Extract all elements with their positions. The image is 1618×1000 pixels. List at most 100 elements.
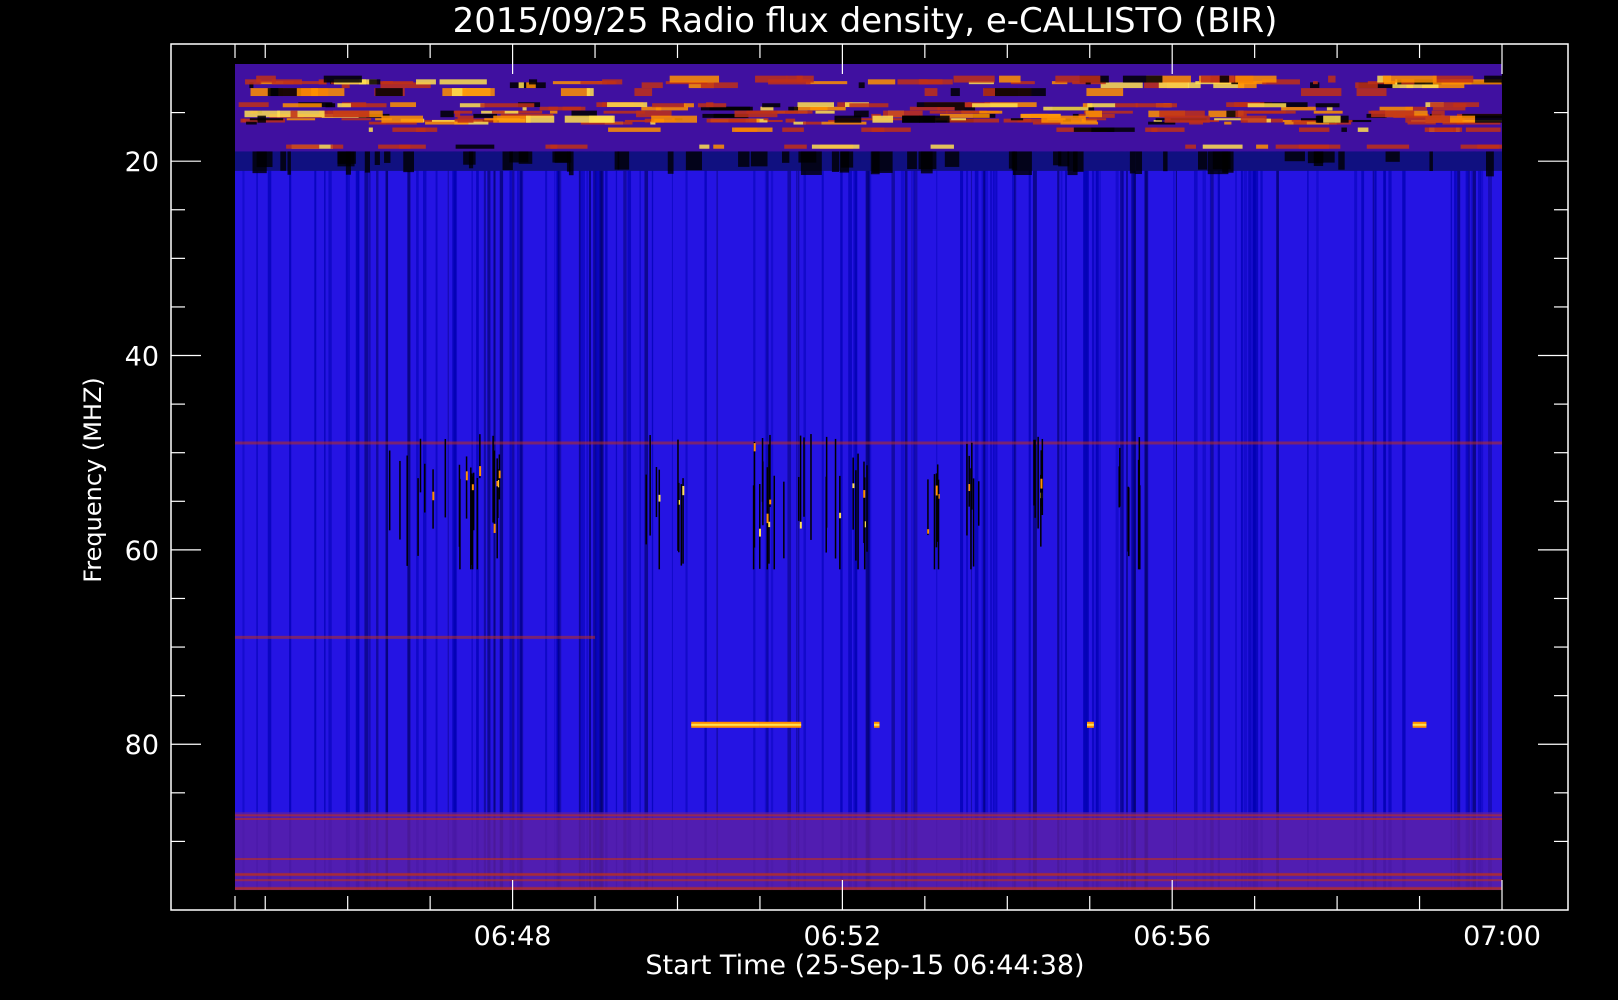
feature-band-high-cell (257, 115, 266, 123)
feature-burst-stroke (419, 438, 422, 493)
feature-band-high-cell (858, 82, 865, 89)
feature-band-high-cell (797, 102, 835, 108)
heatmap-striation (1255, 64, 1259, 890)
feature-band-high-cell (1484, 75, 1502, 83)
feature-band-low-cell (918, 151, 937, 170)
feature-burst-spark (465, 471, 468, 481)
feature-band-high-cell (455, 144, 495, 149)
feature-band-high-cell (560, 88, 590, 97)
heatmap-striation (1260, 64, 1263, 890)
heatmap-striation (1193, 64, 1198, 890)
heatmap-striation (314, 64, 317, 890)
feature-band-high-cell (810, 106, 846, 111)
feature-burst-spark (658, 494, 661, 502)
heatmap-striation (627, 64, 632, 890)
feature-band-high-cell (1224, 121, 1232, 125)
heatmap-striation (242, 64, 245, 890)
feature-band-low-cell (617, 151, 630, 170)
feature-burst-stroke (406, 455, 408, 566)
feature-band-high-cell (493, 115, 531, 123)
heatmap-striation (599, 64, 601, 890)
feature-band-high-cell (1293, 121, 1307, 125)
feature-band-high-cell (1085, 110, 1103, 118)
feature-band-high-cell (919, 115, 950, 123)
feature-band-high-cell (286, 118, 316, 121)
feature-burst-stroke (658, 469, 661, 570)
feature-burst-stroke (761, 438, 764, 502)
feature-band-high-cell (296, 88, 318, 97)
feature-band-medium-line (235, 888, 1502, 891)
heatmap-striation (974, 64, 979, 890)
feature-burst-stroke (970, 468, 972, 570)
y-tick-label: 80 (125, 730, 159, 761)
feature-burst-stroke (645, 474, 647, 545)
heatmap-striation (554, 64, 556, 890)
feature-burst-stroke (424, 463, 426, 513)
feature-band-high-cell (1158, 82, 1190, 89)
feature-burst-stroke (465, 456, 468, 519)
feature-band-high-cell (1281, 106, 1316, 111)
feature-band-high-cell (1055, 75, 1101, 83)
feature-band-medium (235, 812, 1502, 890)
feature-band-high-cell (440, 110, 454, 118)
feature-band-high-cell (392, 127, 438, 132)
feature-burst-stroke (399, 460, 401, 540)
heatmap-striation (623, 64, 627, 890)
feature-band-high-cell (734, 110, 778, 118)
feature-burst-stroke (459, 478, 461, 570)
feature-band-high-cell (796, 75, 814, 83)
feature-spot-core (691, 723, 760, 726)
feature-band-high-cell (929, 110, 948, 114)
feature-band-high-cell (713, 144, 725, 149)
heatmap-striation (1057, 64, 1060, 890)
feature-band-high-cell (518, 82, 524, 89)
feature-spot-core (873, 723, 880, 726)
feature-band-high-cell (350, 103, 387, 108)
feature-burst-spark (479, 466, 482, 477)
feature-band-high-cell (608, 127, 661, 132)
feature-band-high-cell (1235, 75, 1277, 83)
feature-band-high-cell (526, 115, 555, 123)
heatmap-striation (512, 64, 515, 890)
y-tick-label: 20 (125, 147, 159, 178)
heatmap-striation (1450, 64, 1453, 890)
feature-band-low-cell (374, 151, 380, 165)
heatmap-striation (960, 64, 964, 890)
heatmap-striation (1307, 64, 1309, 890)
feature-band-high-cell (1341, 127, 1347, 132)
feature-band-low-cell (907, 151, 917, 170)
feature-band-high-cell (1083, 118, 1107, 121)
feature-band-high-cell (382, 81, 414, 85)
feature-band-high-cell (1328, 75, 1336, 83)
heatmap-striation (1060, 64, 1063, 890)
feature-band-high-cell (399, 144, 411, 149)
heatmap-striation (1252, 64, 1256, 890)
feature-band-high-cell (416, 79, 436, 85)
feature-band-high-cell (1115, 103, 1138, 108)
feature-burst-stroke (855, 470, 857, 561)
feature-band-high-cell (1151, 127, 1158, 132)
feature-burst-spark (799, 521, 802, 529)
feature-band-low-cell (1073, 151, 1084, 172)
feature-burst-stroke (759, 484, 761, 569)
feature-burst-stroke (825, 476, 827, 553)
x-tick-label: 06:48 (474, 921, 552, 952)
feature-line (235, 441, 1502, 445)
feature-band-high-cell (700, 106, 751, 111)
feature-band-low-cell (667, 151, 674, 174)
heatmap-striation (639, 64, 641, 890)
heatmap-striation (583, 64, 585, 890)
feature-band-high-cell (916, 102, 965, 108)
feature-band-high-cell (871, 127, 911, 132)
feature-burst-stroke (677, 439, 679, 551)
x-tick-label: 06:52 (803, 921, 881, 952)
heatmap-striation (1402, 64, 1406, 890)
feature-band-medium-line (235, 814, 1502, 817)
feature-band-high-cell (1086, 88, 1124, 97)
feature-band-high-cell (651, 115, 698, 123)
feature-band-high-cell (699, 144, 710, 149)
heatmap-striation (1145, 64, 1148, 890)
feature-band-low-cell (839, 151, 850, 173)
feature-band-high-cell (491, 110, 505, 114)
feature-band-high-cell (1010, 118, 1024, 121)
